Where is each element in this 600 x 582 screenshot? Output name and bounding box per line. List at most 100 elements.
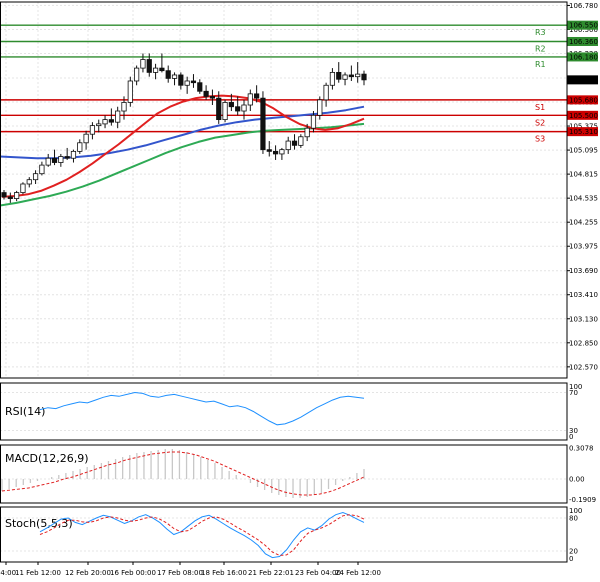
candle-body-up bbox=[184, 80, 190, 86]
candle-body-down bbox=[108, 119, 114, 123]
level-price-label: 105.680 bbox=[569, 96, 598, 104]
candle-body-down bbox=[266, 149, 272, 152]
forex-chart: 106.780106.500106.220105.935105.655105.3… bbox=[0, 0, 600, 582]
candle-body-up bbox=[14, 192, 20, 199]
candle-body-down bbox=[1, 192, 7, 198]
candle-body-up bbox=[39, 164, 45, 175]
level-name-r1: R1 bbox=[535, 60, 546, 69]
candle-body-up bbox=[304, 127, 310, 138]
time-tick-label: 04:00 bbox=[0, 569, 16, 577]
level-name-s2: S2 bbox=[535, 118, 545, 127]
candle-body-up bbox=[222, 102, 228, 121]
time-tick-label: 16 Feb 00:00 bbox=[110, 569, 156, 577]
candle-body-up bbox=[140, 59, 146, 69]
candle bbox=[222, 99, 228, 123]
candle-body-up bbox=[134, 67, 140, 82]
price-tick-label: 104.535 bbox=[569, 195, 598, 203]
candle-body-up bbox=[317, 99, 323, 116]
level-name-r3: R3 bbox=[535, 28, 546, 37]
candle-body-down bbox=[190, 80, 197, 84]
time-tick-label: 24 Feb 12:00 bbox=[335, 569, 381, 577]
candle-body-down bbox=[178, 74, 184, 86]
candle-body-down bbox=[348, 74, 354, 78]
time-tick-label: 12 Feb 20:00 bbox=[65, 569, 111, 577]
candle-body-up bbox=[285, 140, 291, 151]
candle-body-up bbox=[323, 84, 329, 101]
price-tick-label: 105.095 bbox=[569, 147, 598, 155]
candle-body-up bbox=[70, 150, 77, 159]
level-price-label: 105.310 bbox=[569, 128, 598, 136]
current-price-label: 105.913 bbox=[569, 76, 598, 84]
candle-body-down bbox=[197, 82, 203, 92]
level-price-label: 105.500 bbox=[569, 112, 598, 120]
candle-body-down bbox=[209, 96, 216, 99]
candle bbox=[260, 91, 266, 154]
candle-body-down bbox=[64, 156, 70, 159]
candle-body-down bbox=[336, 71, 342, 80]
candle-body-up bbox=[32, 173, 39, 181]
price-tick-label: 104.255 bbox=[569, 219, 598, 227]
price-tick-label: 102.570 bbox=[569, 363, 598, 371]
candle-body-up bbox=[77, 142, 83, 152]
candle-body-down bbox=[203, 90, 209, 97]
price-tick-label: 104.815 bbox=[569, 171, 598, 179]
candle-body-down bbox=[272, 150, 279, 155]
candle-body-up bbox=[83, 133, 89, 144]
candle-body-down bbox=[260, 97, 266, 151]
price-tick-label: 102.850 bbox=[569, 339, 598, 347]
level-name-s1: S1 bbox=[535, 103, 545, 112]
candle-body-up bbox=[102, 119, 108, 125]
candle-body-up bbox=[127, 80, 133, 103]
level-price-label: 106.180 bbox=[569, 53, 598, 61]
candle-body-down bbox=[235, 106, 241, 112]
candle-body-up bbox=[247, 93, 253, 106]
price-tick-label: 106.780 bbox=[569, 2, 598, 10]
candle-body-up bbox=[96, 123, 102, 127]
candle-body-down bbox=[361, 73, 367, 81]
level-name-s3: S3 bbox=[535, 135, 545, 144]
macd-tick-label: 0.3078 bbox=[569, 445, 594, 453]
macd-tick-label: 0.00 bbox=[569, 476, 585, 484]
candle-body-down bbox=[159, 67, 165, 72]
time-tick-label: 21 Feb 22:01 bbox=[248, 569, 294, 577]
candle-body-up bbox=[279, 149, 285, 155]
price-tick-label: 103.130 bbox=[569, 315, 598, 323]
candle-body-down bbox=[7, 196, 13, 199]
candle-body-up bbox=[310, 114, 317, 129]
candle-body-up bbox=[121, 102, 127, 112]
candle-body-up bbox=[171, 74, 178, 79]
price-tick-label: 103.410 bbox=[569, 291, 598, 299]
candle-body-down bbox=[254, 93, 260, 99]
rsi-title: RSI(14) bbox=[5, 405, 45, 418]
candle-body-down bbox=[228, 102, 234, 108]
rsi-tick-label: 70 bbox=[569, 389, 578, 397]
candle-body-up bbox=[26, 179, 32, 185]
candle-body-down bbox=[51, 157, 58, 163]
level-price-label: 106.550 bbox=[569, 22, 598, 30]
candle-body-up bbox=[355, 73, 361, 78]
rsi-tick-label: 0 bbox=[569, 433, 573, 441]
candle-body-up bbox=[298, 136, 304, 146]
level-price-label: 106.360 bbox=[569, 38, 598, 46]
stoch-tick-label: 0 bbox=[569, 555, 573, 563]
level-name-r2: R2 bbox=[535, 44, 546, 53]
candle-body-down bbox=[291, 140, 298, 146]
time-tick-label: 18 Feb 16:00 bbox=[201, 569, 247, 577]
candle bbox=[127, 76, 133, 107]
candle-body-down bbox=[216, 97, 222, 121]
candle-body-up bbox=[89, 125, 96, 135]
time-tick-label: 17 Feb 08:00 bbox=[157, 569, 203, 577]
candle-body-up bbox=[58, 156, 64, 163]
candle-body-up bbox=[20, 183, 26, 193]
candle-body-up bbox=[241, 104, 247, 112]
price-tick-label: 103.690 bbox=[569, 267, 598, 275]
macd-tick-label: -0.1909 bbox=[569, 496, 596, 504]
time-tick-label: 11 Feb 12:00 bbox=[15, 569, 61, 577]
price-tick-label: 103.975 bbox=[569, 243, 598, 251]
candle-body-down bbox=[165, 70, 171, 79]
candle-body-up bbox=[45, 157, 51, 166]
candle bbox=[20, 182, 26, 195]
candle-body-up bbox=[152, 67, 159, 73]
candle-body-up bbox=[342, 74, 348, 80]
candle-body-up bbox=[329, 71, 336, 86]
